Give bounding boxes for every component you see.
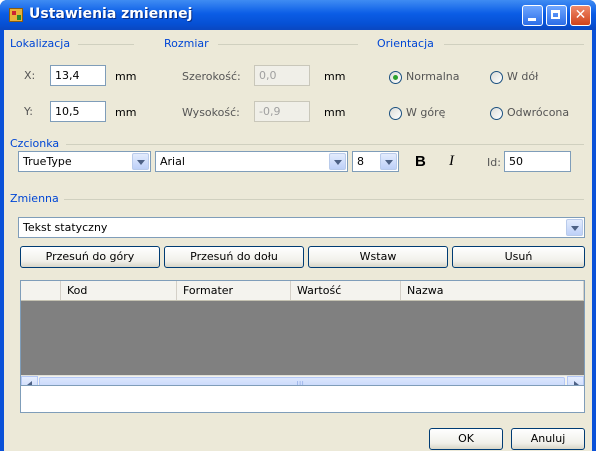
variable-select[interactable]: Tekst statyczny	[18, 217, 585, 238]
y-input[interactable]: 10,5	[50, 101, 106, 122]
x-unit: mm	[115, 70, 137, 83]
preview-field[interactable]	[20, 385, 585, 413]
dialog-window: Ustawienia zmiennej ✕ Lokalizacja X: 13,…	[0, 0, 596, 451]
height-input[interactable]: -0,9	[254, 101, 310, 122]
id-label: Id:	[487, 156, 501, 169]
font-type-select[interactable]: TrueType	[18, 151, 151, 172]
radio-normal[interactable]	[389, 71, 402, 84]
title-bar[interactable]: Ustawienia zmiennej ✕	[0, 0, 596, 30]
dialog-body: Lokalizacja X: 13,4 mm Y: 10,5 mm Rozmia…	[4, 30, 592, 451]
grid-col-wartosc[interactable]: Wartość	[291, 281, 401, 300]
width-unit: mm	[324, 70, 346, 83]
move-down-button[interactable]: Przesuń do dołu	[164, 246, 304, 268]
maximize-button[interactable]	[546, 5, 567, 26]
y-label: Y:	[24, 105, 33, 118]
size-group-line	[218, 44, 358, 45]
close-button[interactable]: ✕	[570, 5, 591, 26]
radio-up[interactable]	[389, 107, 402, 120]
data-grid[interactable]: Kod Formater Wartość Nazwa |||	[20, 280, 585, 394]
width-label: Szerokość:	[182, 70, 241, 83]
grid-row-header-corner	[21, 281, 61, 300]
font-size-select[interactable]: 8	[352, 151, 399, 172]
variable-group-line	[64, 199, 584, 200]
grid-col-nazwa[interactable]: Nazwa	[401, 281, 584, 300]
grid-col-formater[interactable]: Formater	[177, 281, 291, 300]
font-group-line	[66, 144, 584, 145]
ok-button[interactable]: OK	[429, 428, 503, 450]
y-unit: mm	[115, 106, 137, 119]
font-family-select[interactable]: Arial	[155, 151, 348, 172]
chevron-down-icon[interactable]	[329, 153, 346, 170]
variable-group-label: Zmienna	[10, 192, 59, 205]
radio-reversed-label[interactable]: Odwrócona	[507, 106, 569, 119]
minimize-icon	[523, 6, 542, 25]
app-icon	[9, 8, 23, 22]
size-group-label: Rozmiar	[164, 37, 209, 50]
font-size-value: 8	[357, 155, 364, 168]
delete-button[interactable]: Usuń	[452, 246, 585, 268]
height-unit: mm	[324, 106, 346, 119]
id-input[interactable]: 50	[504, 151, 571, 172]
cancel-button[interactable]: Anuluj	[511, 428, 585, 450]
radio-up-label[interactable]: W górę	[406, 106, 445, 119]
radio-normal-label[interactable]: Normalna	[406, 70, 460, 83]
radio-down[interactable]	[490, 71, 503, 84]
font-family-value: Arial	[160, 155, 185, 168]
bold-toggle[interactable]: B	[415, 153, 426, 170]
chevron-down-icon[interactable]	[132, 153, 149, 170]
font-group-label: Czcionka	[10, 137, 60, 150]
location-group-line	[78, 44, 134, 45]
insert-button[interactable]: Wstaw	[308, 246, 448, 268]
maximize-icon	[547, 6, 566, 25]
x-label: X:	[24, 69, 36, 82]
height-label: Wysokość:	[182, 106, 240, 119]
orientation-group-line	[444, 44, 584, 45]
orientation-group-label: Orientacja	[377, 37, 434, 50]
grid-col-kod[interactable]: Kod	[61, 281, 177, 300]
radio-reversed[interactable]	[490, 107, 503, 120]
chevron-down-icon[interactable]	[566, 219, 583, 236]
location-group-label: Lokalizacja	[10, 37, 71, 50]
font-type-value: TrueType	[23, 155, 72, 168]
window-title: Ustawienia zmiennej	[29, 6, 193, 22]
radio-down-label[interactable]: W dół	[507, 70, 538, 83]
grid-header: Kod Formater Wartość Nazwa	[21, 281, 584, 301]
variable-value: Tekst statyczny	[23, 221, 108, 234]
minimize-button[interactable]	[522, 5, 543, 26]
close-icon: ✕	[574, 7, 587, 23]
x-input[interactable]: 13,4	[50, 65, 106, 86]
italic-toggle[interactable]: I	[449, 153, 454, 170]
width-input[interactable]: 0,0	[254, 65, 310, 86]
chevron-down-icon[interactable]	[380, 153, 397, 170]
move-up-button[interactable]: Przesuń do góry	[20, 246, 160, 268]
